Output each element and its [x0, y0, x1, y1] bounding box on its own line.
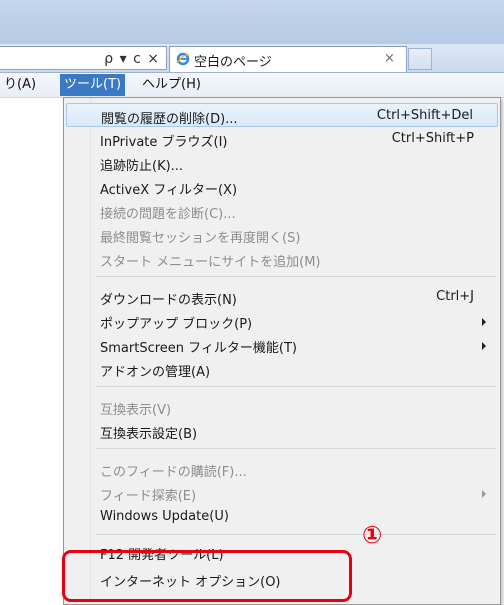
address-tools[interactable]: ρ ▾ c × — [104, 51, 160, 67]
address-bar-row: ρ ▾ c × 空白のページ × — [0, 44, 504, 73]
ie-icon — [176, 52, 190, 70]
submenu-arrow-icon — [482, 490, 486, 498]
submenu-arrow-icon — [482, 318, 486, 326]
tab-title: 空白のページ — [194, 55, 272, 70]
menu-item-smartscreen[interactable]: SmartScreen フィルター機能(T) — [66, 333, 498, 357]
menu-item-compat-settings[interactable]: 互換表示設定(B) — [66, 419, 498, 443]
menu-item-manage-addons[interactable]: アドオンの管理(A) — [66, 357, 498, 381]
menu-item-delete-history[interactable]: 閲覧の履歴の削除(D)... Ctrl+Shift+Del — [66, 103, 498, 127]
browser-tab[interactable]: 空白のページ × — [169, 46, 407, 72]
annotation-number: ① — [362, 521, 383, 549]
menu-separator — [96, 386, 496, 387]
menu-help[interactable]: ヘルプ(H) — [138, 76, 205, 94]
menu-item-activex-filter[interactable]: ActiveX フィルター(X) — [66, 175, 498, 199]
submenu-arrow-icon — [482, 342, 486, 350]
menu-bar: り(A) ツール(T) ヘルプ(H) — [0, 73, 504, 98]
menu-favorites[interactable]: り(A) — [0, 76, 40, 94]
menu-item-downloads[interactable]: ダウンロードの表示(N) Ctrl+J — [66, 285, 498, 309]
menu-item-reopen-session: 最終閲覧セッションを再度開く(S) — [100, 231, 301, 246]
menu-item-compat-view: 互換表示(V) — [100, 403, 172, 418]
menu-separator — [96, 534, 496, 535]
new-tab-button[interactable] — [408, 48, 432, 70]
menu-item-diagnose: 接続の問題を診断(C)... — [100, 207, 236, 222]
menu-item-inprivate[interactable]: InPrivate ブラウズ(I) Ctrl+Shift+P — [66, 127, 498, 151]
menu-item-subscribe-feed: このフィードの購読(F)... — [100, 465, 247, 480]
menu-item-feed-discovery: フィード探索(E) — [66, 481, 498, 505]
menu-tools[interactable]: ツール(T) — [60, 74, 126, 96]
menu-item-popup-blocker[interactable]: ポップアップ ブロック(P) — [66, 309, 498, 333]
window-title-bar — [0, 0, 504, 44]
address-field[interactable]: ρ ▾ c × — [0, 46, 167, 70]
menu-separator — [96, 448, 496, 449]
menu-item-add-start-menu: スタート メニューにサイトを追加(M) — [100, 255, 321, 270]
tab-close-icon[interactable]: × — [384, 51, 395, 66]
menu-item-tracking-protection[interactable]: 追跡防止(K)... — [66, 151, 498, 175]
menu-separator — [96, 276, 496, 277]
tools-dropdown-menu: 閲覧の履歴の削除(D)... Ctrl+Shift+Del InPrivate … — [63, 97, 501, 605]
annotation-callout-box — [62, 550, 352, 602]
menu-item-windows-update[interactable]: Windows Update(U) — [66, 505, 498, 529]
